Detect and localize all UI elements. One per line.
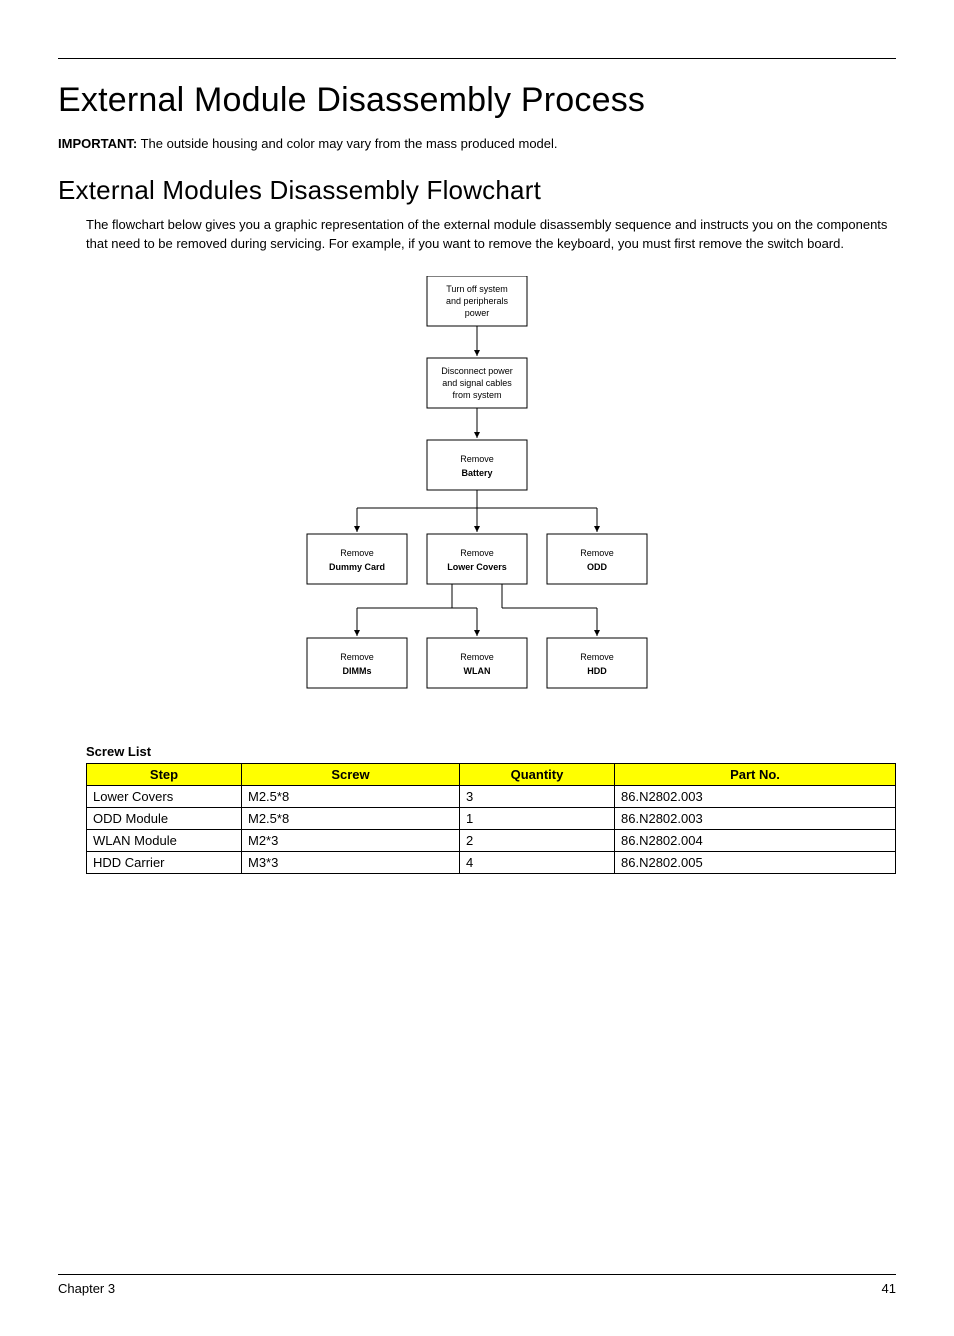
flow-r3a-l2: DIMMs — [343, 666, 372, 676]
screw-list-heading: Screw List — [58, 744, 896, 759]
flow-n2-l1: Disconnect power — [441, 366, 513, 376]
cell-step: HDD Carrier — [87, 851, 242, 873]
cell-screw: M2.5*8 — [242, 807, 460, 829]
flow-n2-l2: and signal cables — [442, 378, 512, 388]
cell-qty: 3 — [460, 785, 615, 807]
cell-screw: M2.5*8 — [242, 785, 460, 807]
flow-n1-l3: power — [465, 308, 490, 318]
page-title: External Module Disassembly Process — [58, 81, 896, 120]
cell-step: WLAN Module — [87, 829, 242, 851]
cell-step: Lower Covers — [87, 785, 242, 807]
important-text: The outside housing and color may vary f… — [137, 136, 557, 151]
intro-paragraph: The flowchart below gives you a graphic … — [58, 216, 896, 254]
important-label: IMPORTANT: — [58, 136, 137, 151]
flowchart-svg: Turn off system and peripherals power Di… — [277, 276, 677, 716]
page-footer: Chapter 3 41 — [58, 1274, 896, 1296]
cell-part: 86.N2802.003 — [615, 785, 896, 807]
cell-part: 86.N2802.003 — [615, 807, 896, 829]
flow-r2c-l1: Remove — [580, 548, 614, 558]
th-step: Step — [87, 763, 242, 785]
table-row: ODD Module M2.5*8 1 86.N2802.003 — [87, 807, 896, 829]
flow-r2a-l1: Remove — [340, 548, 374, 558]
flow-r2b-l2: Lower Covers — [447, 562, 507, 572]
flow-n1-l1: Turn off system — [446, 284, 508, 294]
flow-n1-l2: and peripherals — [446, 296, 509, 306]
footer-chapter: Chapter 3 — [58, 1281, 115, 1296]
cell-qty: 1 — [460, 807, 615, 829]
flow-r3a-l1: Remove — [340, 652, 374, 662]
flowchart-container: Turn off system and peripherals power Di… — [58, 276, 896, 716]
cell-part: 86.N2802.004 — [615, 829, 896, 851]
table-row: WLAN Module M2*3 2 86.N2802.004 — [87, 829, 896, 851]
flow-n3-l1: Remove — [460, 454, 494, 464]
screw-list-table: Step Screw Quantity Part No. Lower Cover… — [86, 763, 896, 874]
cell-qty: 2 — [460, 829, 615, 851]
footer-page-number: 41 — [882, 1281, 896, 1296]
cell-part: 86.N2802.005 — [615, 851, 896, 873]
flow-r2a-l2: Dummy Card — [329, 562, 385, 572]
flow-r3b-l2: WLAN — [464, 666, 491, 676]
flow-r3b-l1: Remove — [460, 652, 494, 662]
section-title: External Modules Disassembly Flowchart — [58, 175, 896, 206]
table-row: Lower Covers M2.5*8 3 86.N2802.003 — [87, 785, 896, 807]
flow-r3c-l1: Remove — [580, 652, 614, 662]
cell-screw: M2*3 — [242, 829, 460, 851]
cell-qty: 4 — [460, 851, 615, 873]
th-qty: Quantity — [460, 763, 615, 785]
cell-step: ODD Module — [87, 807, 242, 829]
important-note: IMPORTANT: The outside housing and color… — [58, 136, 896, 151]
th-screw: Screw — [242, 763, 460, 785]
flow-n2-l3: from system — [452, 390, 501, 400]
flow-r2c-l2: ODD — [587, 562, 608, 572]
cell-screw: M3*3 — [242, 851, 460, 873]
th-part: Part No. — [615, 763, 896, 785]
top-rule — [58, 58, 896, 59]
flow-r2b-l1: Remove — [460, 548, 494, 558]
table-row: HDD Carrier M3*3 4 86.N2802.005 — [87, 851, 896, 873]
flow-r3c-l2: HDD — [587, 666, 607, 676]
flow-n3-l2: Battery — [461, 468, 492, 478]
table-header-row: Step Screw Quantity Part No. — [87, 763, 896, 785]
bottom-rule — [58, 1274, 896, 1275]
